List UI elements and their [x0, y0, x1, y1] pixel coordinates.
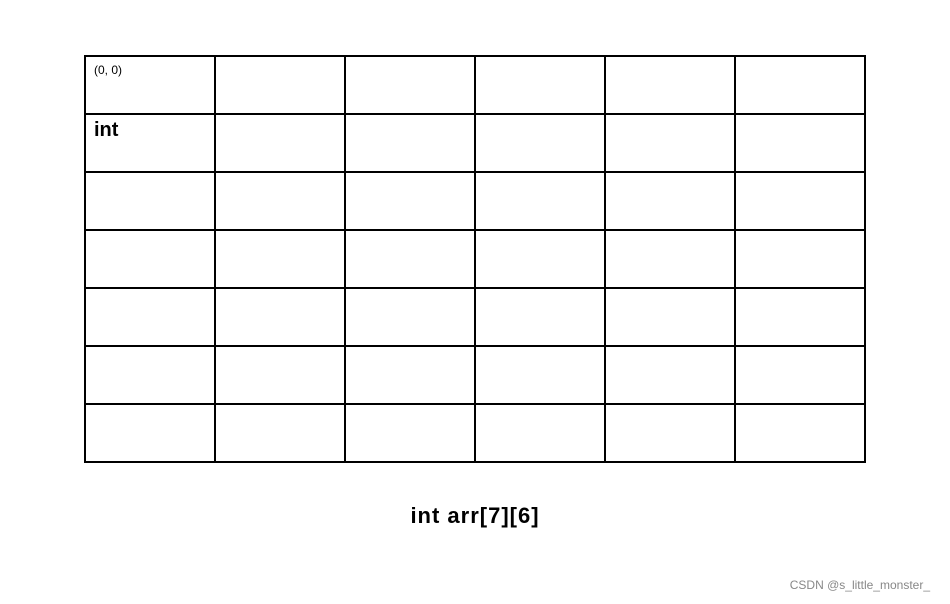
table-cell: [215, 172, 345, 230]
table-cell: [215, 404, 345, 462]
table-cell: [85, 230, 215, 288]
grid-wrapper: (0, 0) int: [84, 55, 866, 463]
caption-text: int arr[7][6]: [410, 503, 539, 529]
table-cell: [475, 172, 605, 230]
table-cell: [345, 346, 475, 404]
table-cell: [605, 404, 735, 462]
table-cell: [215, 56, 345, 114]
table-cell: [735, 114, 865, 172]
table-cell: (0, 0): [85, 56, 215, 114]
table-cell: [735, 346, 865, 404]
table-cell: [735, 230, 865, 288]
table-row: int: [85, 114, 865, 172]
table-row: [85, 346, 865, 404]
table-cell: [345, 56, 475, 114]
table-cell: [215, 288, 345, 346]
table-cell: [215, 230, 345, 288]
table-cell: [345, 404, 475, 462]
cell-label: (0, 0): [94, 63, 122, 77]
table-cell: [215, 346, 345, 404]
main-container: (0, 0) int int arr[7][6]: [84, 55, 866, 529]
table-cell: [605, 288, 735, 346]
table-cell: [605, 114, 735, 172]
table-cell: [345, 230, 475, 288]
table-row: [85, 172, 865, 230]
watermark: CSDN @s_little_monster_: [790, 578, 930, 592]
table-cell: [605, 172, 735, 230]
table-cell: [85, 346, 215, 404]
table-cell: [475, 230, 605, 288]
table-row: (0, 0): [85, 56, 865, 114]
table-cell: [215, 114, 345, 172]
table-cell: [475, 404, 605, 462]
table-cell: [735, 172, 865, 230]
table-cell: [475, 288, 605, 346]
table-cell: [605, 346, 735, 404]
table-cell: [85, 404, 215, 462]
table-row: [85, 288, 865, 346]
table-cell: [735, 56, 865, 114]
table-row: [85, 230, 865, 288]
table-row: [85, 404, 865, 462]
table-cell: [475, 56, 605, 114]
table-cell: [345, 172, 475, 230]
table-cell: int: [85, 114, 215, 172]
table-cell: [85, 288, 215, 346]
grid-table: (0, 0) int: [84, 55, 866, 463]
table-cell: [345, 288, 475, 346]
table-cell: [735, 404, 865, 462]
table-cell: [605, 230, 735, 288]
table-cell: [735, 288, 865, 346]
table-cell: [85, 172, 215, 230]
table-cell: [605, 56, 735, 114]
table-cell: [345, 114, 475, 172]
table-cell: [475, 114, 605, 172]
table-cell: [475, 346, 605, 404]
